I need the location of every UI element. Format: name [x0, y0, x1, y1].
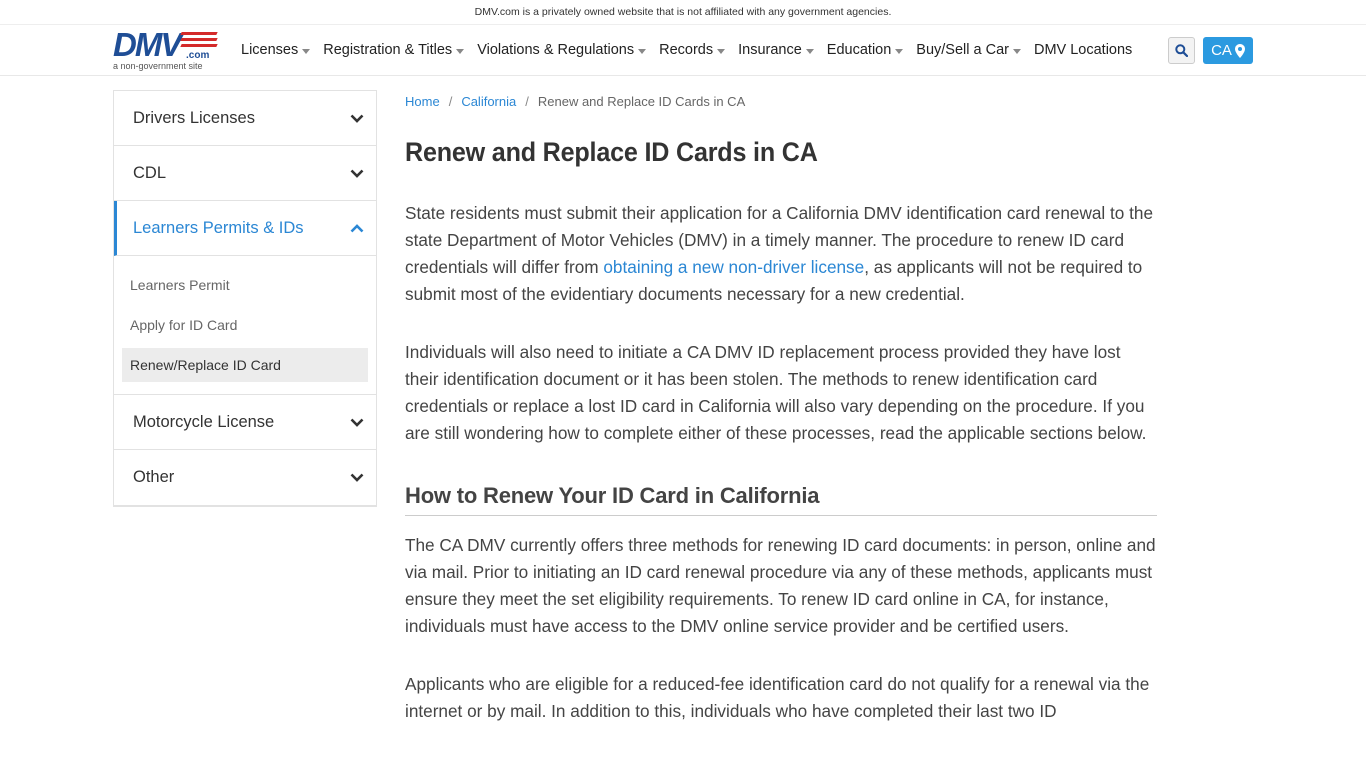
state-label: CA — [1211, 42, 1232, 59]
site-logo[interactable]: DMV .com a non-government site — [113, 28, 219, 72]
caret-down-icon — [717, 48, 726, 54]
caret-down-icon — [805, 48, 814, 54]
breadcrumb-state-link[interactable]: California — [461, 94, 516, 109]
logo-tagline: a non-government site — [113, 61, 203, 71]
sidebar-section-learners-permits-ids[interactable]: Learners Permits & IDs — [114, 201, 376, 256]
sidebar-sub-item-renew-replace-id-card[interactable]: Renew/Replace ID Card — [122, 348, 368, 382]
sidebar-sub-item-apply-id-card[interactable]: Apply for ID Card — [122, 308, 368, 342]
main-nav: Licenses Registration & Titles Violation… — [241, 25, 1145, 75]
sidebar-sub-item-learners-permit[interactable]: Learners Permit — [122, 268, 368, 302]
nav-licenses[interactable]: Licenses — [241, 42, 311, 58]
breadcrumb-separator: / — [525, 94, 529, 109]
sidebar-section-cdl[interactable]: CDL — [114, 146, 376, 201]
caret-down-icon — [302, 48, 311, 54]
search-icon — [1175, 44, 1188, 57]
search-button[interactable] — [1168, 37, 1195, 64]
caret-down-icon — [1012, 48, 1021, 54]
site-header: DMV .com a non-government site Licenses … — [0, 25, 1366, 76]
nav-education[interactable]: Education — [827, 42, 904, 58]
new-non-driver-license-link[interactable]: obtaining a new non-driver license — [603, 257, 864, 277]
main-content: Home / California / Renew and Replace ID Car… — [405, 91, 1157, 725]
nav-dmv-locations[interactable]: DMV Locations — [1034, 42, 1132, 58]
article-paragraph: State residents must submit their applic… — [405, 203, 1154, 304]
chevron-down-icon — [350, 473, 364, 482]
nav-insurance[interactable]: Insurance — [738, 42, 814, 58]
caret-down-icon — [456, 48, 465, 54]
nav-registration-titles[interactable]: Registration & Titles — [323, 42, 465, 58]
sidebar-section-motorcycle-license[interactable]: Motorcycle License — [114, 395, 376, 450]
nav-records[interactable]: Records — [659, 42, 726, 58]
caret-down-icon — [895, 48, 904, 54]
nav-buy-sell-car[interactable]: Buy/Sell a Car — [916, 42, 1021, 58]
article-paragraph: The CA DMV currently offers three method… — [405, 535, 1156, 636]
sidebar-section-drivers-licenses[interactable]: Drivers Licenses — [114, 91, 376, 146]
breadcrumb: Home / California / Renew and Replace ID Car… — [405, 91, 1157, 113]
disclaimer-bar: DMV.com is a privately owned website tha… — [0, 0, 1366, 25]
sidebar-menu: Drivers Licenses CDL Learners Permits & … — [113, 90, 377, 507]
caret-down-icon — [638, 48, 647, 54]
sidebar-sub-list: Learners Permit Apply for ID Card Renew/… — [114, 256, 376, 395]
logo-mark: DMV — [113, 26, 182, 63]
disclaimer-text: DMV.com is a privately owned website tha… — [474, 6, 892, 18]
map-marker-icon — [1234, 43, 1245, 58]
sidebar-section-other[interactable]: Other — [114, 450, 376, 505]
breadcrumb-separator: / — [448, 94, 453, 109]
logo-suffix: .com — [186, 50, 210, 61]
breadcrumb-home-link[interactable]: Home — [405, 94, 440, 109]
chevron-down-icon — [350, 418, 364, 427]
chevron-up-icon — [350, 223, 364, 232]
nav-violations-regulations[interactable]: Violations & Regulations — [477, 42, 647, 58]
section-heading-renew: How to Renew Your ID Card in California — [405, 483, 1157, 516]
chevron-down-icon — [350, 169, 364, 178]
chevron-down-icon — [350, 114, 364, 123]
state-selector-button[interactable]: CA — [1203, 37, 1253, 64]
article-paragraph: Individuals will also need to initiate a… — [405, 342, 1147, 443]
breadcrumb-current: Renew and Replace ID Cards in CA — [537, 94, 746, 109]
article-paragraph: Applicants who are eligible for a reduce… — [405, 674, 1150, 721]
page-title: Renew and Replace ID Cards in CA — [405, 137, 818, 167]
